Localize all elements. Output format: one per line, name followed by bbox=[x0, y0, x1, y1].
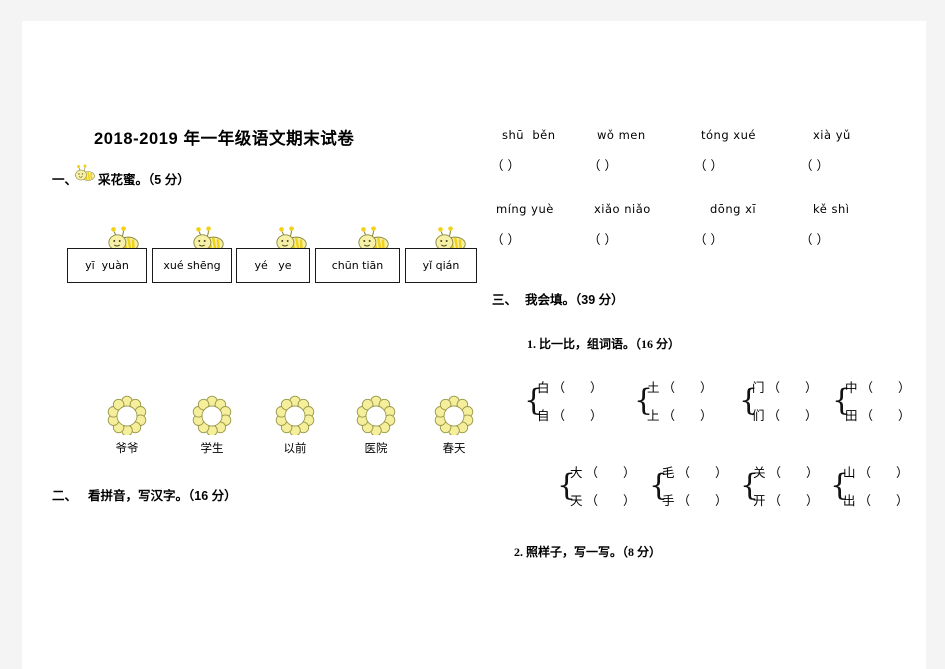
answer-parentheses[interactable]: （ ） bbox=[694, 229, 723, 248]
page-title: 2018-2019 年一年级语文期末试卷 bbox=[94, 130, 355, 148]
flower-icon bbox=[275, 395, 315, 435]
exam-page: 2018-2019 年一年级语文期末试卷 一、 采花蜜。（5 分） yī yuà… bbox=[22, 21, 926, 669]
answer-parentheses[interactable]: （ ） bbox=[586, 494, 636, 508]
pinyin-word: míng yuè bbox=[496, 202, 554, 216]
compare-char: 中 bbox=[845, 381, 858, 395]
answer-parentheses[interactable]: （ ） bbox=[768, 409, 818, 423]
section-three-title: 我会填。 bbox=[525, 293, 576, 307]
compare-char: 田 bbox=[845, 409, 858, 423]
compare-char: 关 bbox=[753, 466, 766, 480]
subsection-one-points: （16 分） bbox=[635, 337, 681, 351]
answer-parentheses[interactable]: （ ） bbox=[694, 155, 723, 174]
answer-parentheses[interactable]: （ ） bbox=[491, 155, 520, 174]
answer-parentheses[interactable]: （ ） bbox=[491, 229, 520, 248]
answer-parentheses[interactable]: （ ） bbox=[769, 494, 819, 508]
answer-parentheses[interactable]: （ ） bbox=[586, 466, 636, 480]
pinyin-box[interactable]: yé ye bbox=[236, 248, 310, 283]
section-one-title: 采花蜜。 bbox=[98, 173, 149, 187]
compare-char: 大 bbox=[570, 466, 583, 480]
pinyin-word: dōng xī bbox=[710, 202, 757, 216]
subsection-two-label: 2. 照样子，写一写。 bbox=[514, 545, 623, 559]
section-three-number: 三、 bbox=[492, 293, 518, 307]
section-two-title: 看拼音，写汉字。 bbox=[88, 489, 189, 503]
flower-label: 学生 bbox=[200, 443, 224, 455]
answer-parentheses[interactable]: （ ） bbox=[588, 155, 617, 174]
flower-label: 爷爷 bbox=[115, 443, 139, 455]
answer-parentheses[interactable]: （ ） bbox=[588, 229, 617, 248]
pinyin-word: xià yǔ bbox=[813, 128, 851, 142]
compare-char: 手 bbox=[662, 494, 675, 508]
section-one-title-wrap: 采花蜜。（5 分） bbox=[98, 169, 190, 188]
answer-parentheses[interactable]: （ ） bbox=[663, 381, 713, 395]
section-two-points: （16 分） bbox=[188, 489, 237, 503]
answer-parentheses[interactable]: （ ） bbox=[678, 466, 728, 480]
subsection-two-points: （8 分） bbox=[622, 545, 662, 559]
section-three-points: （39 分） bbox=[575, 293, 624, 307]
compare-char: 毛 bbox=[662, 466, 675, 480]
flower-label: 医院 bbox=[364, 443, 388, 455]
section-two-number: 二、 bbox=[52, 489, 78, 503]
section-one-points: （5 分） bbox=[148, 173, 190, 187]
compare-char: 开 bbox=[753, 494, 766, 508]
subsection-one-heading: 1. 比一比，组词语。（16 分） bbox=[527, 335, 680, 352]
answer-parentheses[interactable]: （ ） bbox=[800, 229, 829, 248]
compare-char: 上 bbox=[647, 409, 660, 423]
compare-char: 白 bbox=[537, 381, 550, 395]
answer-parentheses[interactable]: （ ） bbox=[861, 381, 911, 395]
answer-parentheses[interactable]: （ ） bbox=[800, 155, 829, 174]
compare-char: 土 bbox=[647, 381, 660, 395]
pinyin-box[interactable]: chūn tiān bbox=[315, 248, 400, 283]
compare-char: 天 bbox=[570, 494, 583, 508]
flower-icon bbox=[107, 395, 147, 435]
subsection-two-heading: 2. 照样子，写一写。（8 分） bbox=[514, 543, 661, 560]
compare-char: 自 bbox=[537, 409, 550, 423]
pinyin-box[interactable]: yī yuàn bbox=[67, 248, 147, 283]
subsection-one-label: 1. 比一比，组词语。 bbox=[527, 337, 636, 351]
compare-char: 山 bbox=[843, 466, 856, 480]
pinyin-word: kě shì bbox=[813, 202, 850, 216]
pinyin-word: shū běn bbox=[502, 128, 556, 142]
compare-char: 们 bbox=[752, 409, 765, 423]
compare-char: 门 bbox=[752, 381, 765, 395]
flower-label: 以前 bbox=[283, 443, 307, 455]
answer-parentheses[interactable]: （ ） bbox=[553, 409, 603, 423]
answer-parentheses[interactable]: （ ） bbox=[769, 466, 819, 480]
pinyin-word: tóng xué bbox=[701, 128, 756, 142]
flower-icon bbox=[356, 395, 396, 435]
answer-parentheses[interactable]: （ ） bbox=[553, 381, 603, 395]
answer-parentheses[interactable]: （ ） bbox=[768, 381, 818, 395]
answer-parentheses[interactable]: （ ） bbox=[678, 494, 728, 508]
pinyin-word: wǒ men bbox=[597, 128, 646, 142]
section-two-heading: 二、 看拼音，写汉字。（16 分） bbox=[52, 485, 237, 504]
answer-parentheses[interactable]: （ ） bbox=[861, 409, 911, 423]
pinyin-box[interactable]: yǐ qián bbox=[405, 248, 477, 283]
compare-char: 出 bbox=[843, 494, 856, 508]
flower-icon bbox=[192, 395, 232, 435]
answer-parentheses[interactable]: （ ） bbox=[663, 409, 713, 423]
answer-parentheses[interactable]: （ ） bbox=[859, 466, 909, 480]
right-column: shū běn wǒ men tóng xué xià yǔ （ ） （ ） （… bbox=[482, 21, 926, 669]
bee-icon bbox=[73, 164, 95, 184]
flower-label: 春天 bbox=[442, 443, 466, 455]
pinyin-word: xiǎo niǎo bbox=[594, 202, 651, 216]
flower-icon bbox=[434, 395, 474, 435]
left-column: 2018-2019 年一年级语文期末试卷 一、 采花蜜。（5 分） yī yuà… bbox=[22, 21, 477, 669]
answer-parentheses[interactable]: （ ） bbox=[859, 494, 909, 508]
section-three-heading: 三、 我会填。（39 分） bbox=[492, 289, 624, 308]
pinyin-box[interactable]: xué shēng bbox=[152, 248, 232, 283]
